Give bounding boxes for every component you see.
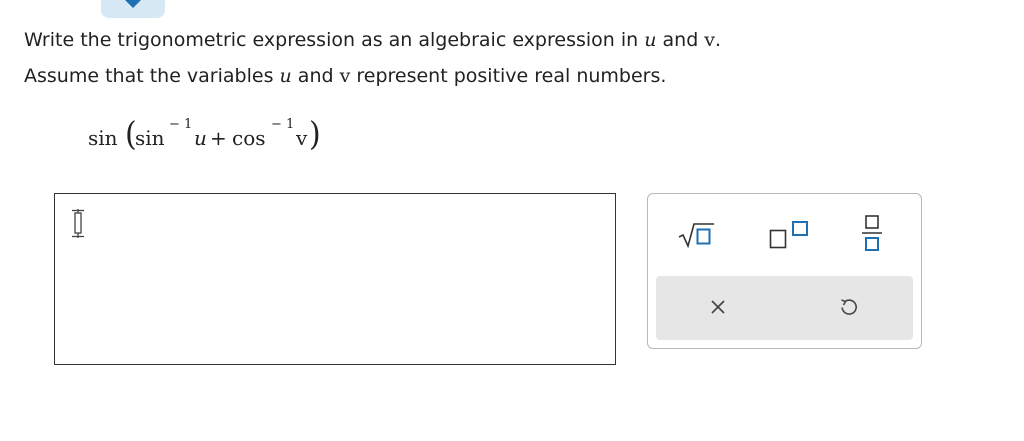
question-line-2: Assume that the variables u and v repres…	[24, 65, 666, 87]
expr-close-paren: )	[309, 115, 321, 154]
expr-cos: cos	[232, 126, 266, 150]
expr-plus: +	[210, 126, 227, 150]
answer-input[interactable]	[54, 193, 616, 365]
clear-button[interactable]	[710, 299, 726, 315]
question-text: .	[715, 29, 722, 51]
undo-icon	[841, 299, 857, 315]
expr-sin-outer: sin	[88, 126, 118, 150]
question-text: Write the trigonometric expression as an…	[24, 29, 645, 51]
question-text: represent positive real numbers.	[350, 65, 667, 87]
square-root-button[interactable]	[678, 222, 715, 248]
fraction-button[interactable]	[861, 214, 883, 252]
expr-inverse-exponent: − 1	[169, 117, 193, 132]
variable-v: v	[704, 29, 716, 51]
variable-u: u	[644, 29, 657, 51]
question-text: Assume that the variables	[24, 65, 280, 87]
fraction-icon	[862, 215, 882, 251]
expr-v: v	[296, 126, 308, 150]
superscript-button[interactable]	[769, 221, 809, 249]
variable-u: u	[279, 65, 292, 87]
math-keypad	[647, 193, 922, 349]
question-text: and	[656, 29, 705, 51]
square-root-icon	[678, 223, 714, 248]
clear-icon	[711, 300, 725, 314]
expr-sin-inner: sin	[135, 126, 165, 150]
question-line-1: Write the trigonometric expression as an…	[24, 29, 721, 51]
variable-v: v	[339, 65, 351, 87]
superscript-icon	[769, 221, 808, 249]
question-text: and	[291, 65, 340, 87]
top-tab[interactable]	[101, 0, 165, 18]
text-cursor-icon	[72, 209, 84, 238]
chevron-down-icon	[125, 0, 141, 8]
expr-u: u	[194, 126, 207, 150]
keypad-action-bar	[656, 276, 913, 340]
undo-button[interactable]	[840, 298, 858, 316]
expr-inverse-exponent: − 1	[271, 117, 295, 132]
